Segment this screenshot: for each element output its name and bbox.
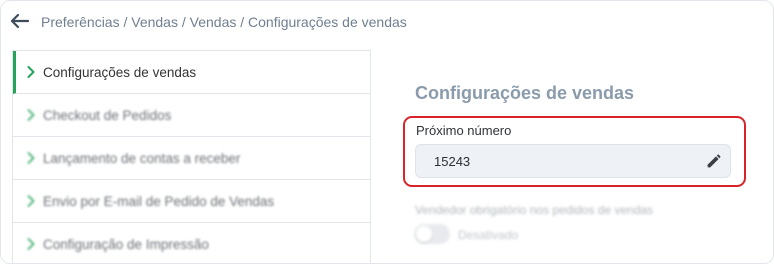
- chevron-right-icon: [27, 65, 39, 79]
- menu-item-receivables[interactable]: Lançamento de contas a receber: [13, 137, 370, 180]
- next-number-field[interactable]: 15243: [415, 144, 731, 178]
- menu-item-print-settings[interactable]: Configuração de Impressão: [13, 223, 370, 263]
- top-bar: Preferências / Vendas / Vendas / Configu…: [1, 1, 773, 45]
- pencil-icon: [707, 154, 721, 168]
- seller-required-label: Vendedor obrigatório nos pedidos de vend…: [415, 203, 654, 217]
- next-number-label: Próximo número: [416, 123, 512, 138]
- settings-menu: Configurações de vendas Checkout de Pedi…: [12, 50, 371, 263]
- edit-button[interactable]: [704, 153, 722, 171]
- chevron-right-icon: [27, 108, 39, 122]
- seller-required-status: Desativado: [458, 228, 519, 242]
- menu-item-sales-settings[interactable]: Configurações de vendas: [13, 51, 370, 94]
- seller-required-toggle[interactable]: [414, 224, 450, 244]
- menu-item-label: Lançamento de contas a receber: [43, 150, 241, 166]
- menu-item-label: Checkout de Pedidos: [43, 107, 172, 123]
- chevron-right-icon: [27, 194, 39, 208]
- arrow-left-icon: [11, 14, 29, 28]
- toggle-knob: [416, 226, 432, 242]
- menu-item-email-sending[interactable]: Envio por E-mail de Pedido de Vendas: [13, 180, 370, 223]
- chevron-right-icon: [27, 151, 39, 165]
- panel-title: Configurações de vendas: [415, 83, 635, 103]
- breadcrumb: Preferências / Vendas / Vendas / Configu…: [41, 14, 407, 30]
- back-button[interactable]: [9, 10, 31, 32]
- menu-item-order-checkout[interactable]: Checkout de Pedidos: [13, 94, 370, 137]
- settings-window: Preferências / Vendas / Vendas / Configu…: [0, 0, 774, 264]
- next-number-value: 15243: [434, 153, 471, 169]
- chevron-right-icon: [27, 237, 39, 251]
- menu-item-label: Configurações de vendas: [43, 64, 197, 80]
- menu-item-label: Envio por E-mail de Pedido de Vendas: [43, 193, 275, 209]
- menu-item-label: Configuração de Impressão: [43, 236, 209, 252]
